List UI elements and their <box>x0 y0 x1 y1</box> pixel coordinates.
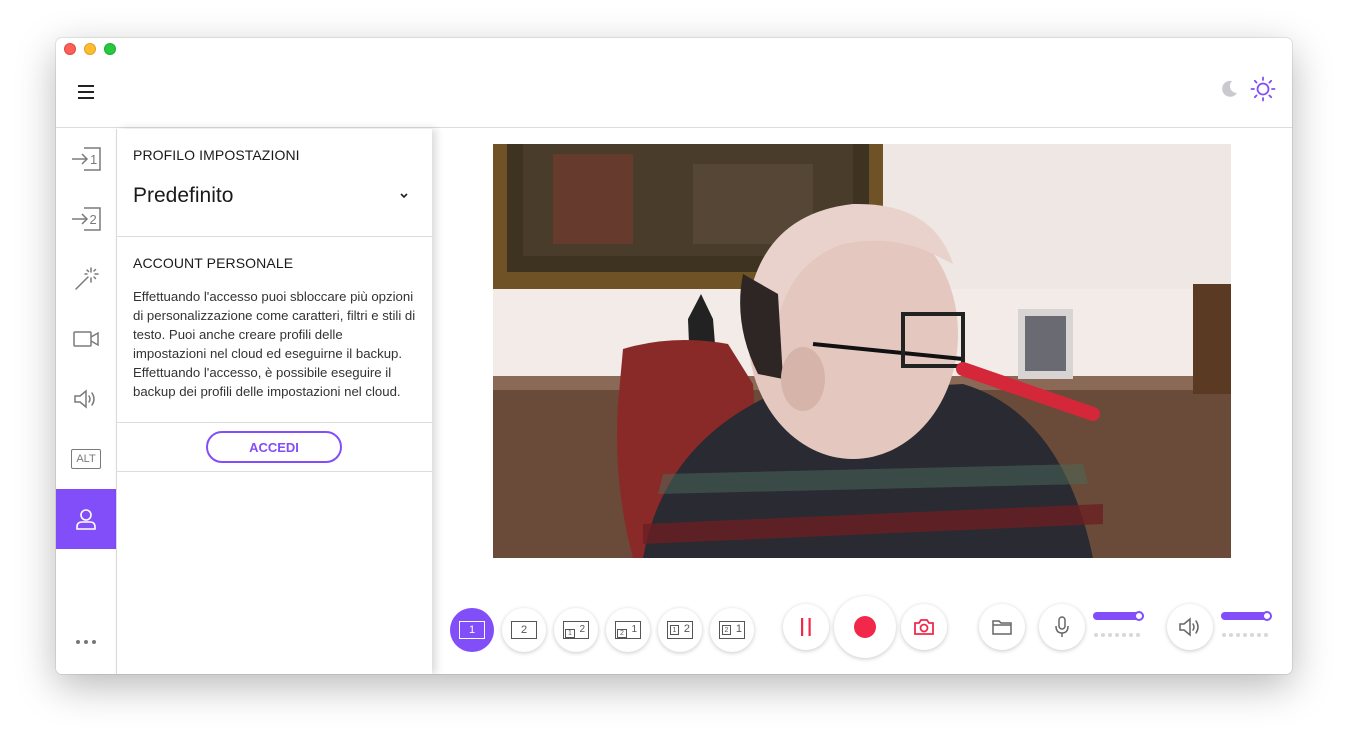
sun-icon[interactable] <box>1250 76 1276 102</box>
pause-icon <box>801 618 811 636</box>
title-bar <box>56 38 1292 60</box>
layout-split-2-1-button[interactable]: 2 1 <box>710 608 754 652</box>
speaker-icon <box>1179 617 1199 637</box>
layout-label: 1 <box>468 624 476 636</box>
layout-label: 1 <box>670 625 679 635</box>
divider <box>117 471 432 472</box>
account-section-title: ACCOUNT PERSONALE <box>133 255 294 271</box>
microphone-button[interactable] <box>1039 604 1085 650</box>
speaker-volume-slider[interactable] <box>1221 611 1272 621</box>
folder-icon <box>992 620 1012 635</box>
snapshot-button[interactable] <box>901 604 947 650</box>
moon-icon[interactable] <box>1218 78 1240 100</box>
layout-split-1-2-button[interactable]: 1 2 <box>658 608 702 652</box>
layout-pip-2-1-button[interactable]: 2 1 <box>606 608 650 652</box>
alt-badge-icon: ALT <box>71 449 101 469</box>
camera-icon <box>914 619 934 635</box>
layout-label: 2 <box>579 624 585 635</box>
sidebar-item-effects[interactable] <box>56 249 116 309</box>
layout-label: 2 <box>520 624 528 636</box>
layout-single-2-button[interactable]: 2 <box>502 608 546 652</box>
layout-split-icon: 1 2 <box>667 621 693 639</box>
profile-select[interactable]: Predefinito <box>133 181 409 211</box>
close-window-button[interactable] <box>64 43 76 55</box>
magic-wand-icon <box>75 267 99 290</box>
layout-single-1-button[interactable]: 1 <box>450 608 494 652</box>
svg-text:2: 2 <box>90 212 97 227</box>
more-dots-icon[interactable] <box>56 627 116 657</box>
settings-panel: PROFILO IMPOSTAZIONI Predefinito ACCOUNT… <box>117 129 432 674</box>
layout-label: 2 <box>683 623 690 635</box>
layout-label: 1 <box>631 624 637 635</box>
app-header <box>56 60 1292 128</box>
record-button[interactable] <box>834 596 896 658</box>
sidebar-item-source-1[interactable]: 1 <box>56 129 116 189</box>
chevron-down-icon <box>400 193 408 199</box>
layout-single-2-icon: 2 <box>511 621 537 639</box>
profile-section-title: PROFILO IMPOSTAZIONI <box>133 147 300 163</box>
divider <box>117 422 432 423</box>
account-description: Effettuando l'accesso puoi sbloccare più… <box>133 289 416 399</box>
record-icon <box>854 616 876 638</box>
layout-pip-1-2-button[interactable]: 1 2 <box>554 608 598 652</box>
layout-label: 1 <box>735 623 742 635</box>
input-2-icon: 2 <box>72 207 101 231</box>
sidebar-item-alt[interactable]: ALT <box>56 429 116 489</box>
mic-volume-slider[interactable] <box>1093 611 1144 621</box>
app-window: 1 2 ALT PROFILO IMPOSTAZIONI Predefinito… <box>56 38 1292 674</box>
pause-button[interactable] <box>783 604 829 650</box>
minimize-window-button[interactable] <box>84 43 96 55</box>
video-camera-icon <box>73 331 99 347</box>
layout-single-1-icon: 1 <box>459 621 485 639</box>
alt-label: ALT <box>76 453 96 465</box>
speaker-icon <box>74 389 95 409</box>
speaker-button[interactable] <box>1167 604 1213 650</box>
sidebar-item-account[interactable] <box>56 489 116 549</box>
sidebar: 1 2 ALT <box>56 129 117 674</box>
divider <box>117 236 432 237</box>
layout-pip-icon: 1 2 <box>563 621 589 639</box>
input-1-icon: 1 <box>72 147 101 171</box>
svg-text:1: 1 <box>90 152 97 167</box>
speaker-level-meter <box>1222 633 1268 637</box>
layout-label: 2 <box>722 625 731 635</box>
sidebar-item-camera[interactable] <box>56 309 116 369</box>
profile-select-value: Predefinito <box>133 184 234 207</box>
layout-split-icon: 2 1 <box>719 621 745 639</box>
sidebar-item-audio[interactable] <box>56 369 116 429</box>
layout-label: 1 <box>565 629 575 638</box>
login-button[interactable]: ACCEDI <box>206 431 342 463</box>
layout-label: 2 <box>617 629 627 638</box>
mic-level-meter <box>1094 633 1140 637</box>
open-folder-button[interactable] <box>979 604 1025 650</box>
zoom-window-button[interactable] <box>104 43 116 55</box>
layout-pip-icon: 2 1 <box>615 621 641 639</box>
user-icon <box>76 509 96 530</box>
microphone-icon <box>1055 616 1069 637</box>
hamburger-menu-icon[interactable] <box>78 85 94 99</box>
camera-preview <box>493 144 1231 558</box>
sidebar-item-source-2[interactable]: 2 <box>56 189 116 249</box>
